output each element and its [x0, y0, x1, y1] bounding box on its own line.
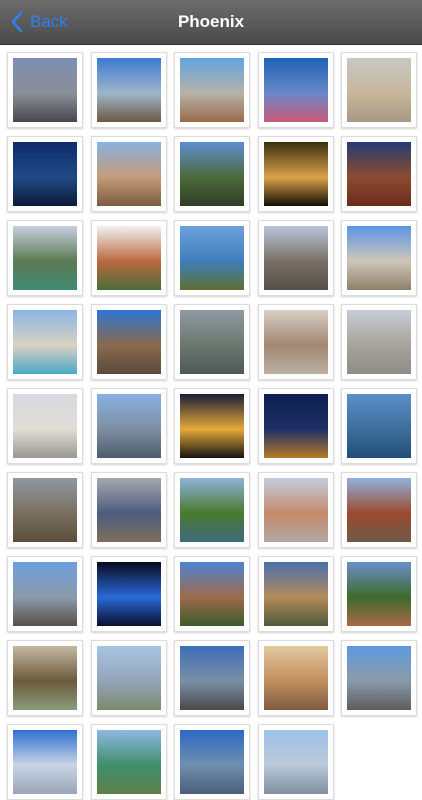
photo-image: [347, 646, 411, 710]
photo-thumbnail[interactable]: [90, 136, 167, 212]
photo-image: [263, 562, 328, 626]
photo-image: [347, 310, 411, 374]
photo-thumbnail[interactable]: [174, 136, 250, 212]
photo-image: [13, 58, 77, 122]
photo-image: [96, 478, 161, 542]
photo-thumbnail[interactable]: [257, 52, 334, 128]
photo-thumbnail[interactable]: [90, 724, 167, 800]
photo-thumbnail[interactable]: [341, 220, 417, 296]
photo-thumbnail[interactable]: [174, 304, 250, 380]
photo-thumbnail[interactable]: [174, 472, 250, 548]
navigation-bar: Back Phoenix: [0, 0, 422, 45]
photo-image: [13, 478, 77, 542]
photo-thumbnail[interactable]: [90, 304, 167, 380]
photo-thumbnail[interactable]: [7, 472, 83, 548]
photo-thumbnail[interactable]: [90, 556, 167, 632]
photo-image: [13, 310, 77, 374]
photo-thumbnail[interactable]: [341, 136, 417, 212]
photo-image: [347, 562, 411, 626]
photo-thumbnail[interactable]: [174, 220, 250, 296]
photo-image: [263, 730, 328, 794]
photo-image: [263, 142, 328, 206]
photo-thumbnail[interactable]: [7, 220, 83, 296]
photo-thumbnail[interactable]: [257, 556, 334, 632]
photo-thumbnail[interactable]: [174, 388, 250, 464]
photo-thumbnail[interactable]: [257, 640, 334, 716]
page-title: Phoenix: [177, 12, 245, 31]
photo-image: [13, 730, 77, 794]
photo-thumbnail[interactable]: [257, 388, 334, 464]
photo-thumbnail[interactable]: [7, 136, 83, 212]
photo-thumbnail[interactable]: [90, 640, 167, 716]
photo-image: [180, 730, 244, 794]
photo-image: [13, 646, 77, 710]
photo-thumbnail[interactable]: [7, 388, 83, 464]
photo-grid: [7, 52, 421, 800]
photo-image: [263, 394, 328, 458]
photo-image: [180, 478, 244, 542]
photo-image: [263, 310, 328, 374]
photo-image: [180, 310, 244, 374]
photo-thumbnail[interactable]: [90, 388, 167, 464]
photo-image: [96, 394, 161, 458]
photo-thumbnail[interactable]: [7, 724, 83, 800]
photo-thumbnail[interactable]: [7, 556, 83, 632]
photo-image: [180, 646, 244, 710]
photo-image: [96, 310, 161, 374]
photo-thumbnail[interactable]: [341, 388, 417, 464]
photo-image: [96, 142, 161, 206]
photo-thumbnail[interactable]: [7, 640, 83, 716]
photo-image: [96, 58, 161, 122]
photo-image: [96, 562, 161, 626]
photo-thumbnail[interactable]: [90, 472, 167, 548]
photo-image: [13, 142, 77, 206]
photo-image: [180, 562, 244, 626]
photo-image: [13, 394, 77, 458]
photo-thumbnail[interactable]: [90, 52, 167, 128]
photo-thumbnail[interactable]: [341, 640, 417, 716]
photo-image: [180, 58, 244, 122]
photo-thumbnail[interactable]: [341, 304, 417, 380]
photo-thumbnail[interactable]: [257, 304, 334, 380]
photo-thumbnail[interactable]: [257, 472, 334, 548]
photo-image: [347, 58, 411, 122]
photo-image: [263, 646, 328, 710]
photo-thumbnail[interactable]: [174, 52, 250, 128]
photo-thumbnail[interactable]: [174, 640, 250, 716]
photo-thumbnail[interactable]: [257, 724, 334, 800]
photo-image: [96, 730, 161, 794]
photo-image: [347, 226, 411, 290]
photo-thumbnail[interactable]: [7, 304, 83, 380]
photo-image: [347, 478, 411, 542]
photo-thumbnail[interactable]: [341, 556, 417, 632]
photo-thumbnail[interactable]: [341, 472, 417, 548]
photo-thumbnail[interactable]: [341, 52, 417, 128]
photo-image: [96, 646, 161, 710]
photo-thumbnail[interactable]: [174, 724, 250, 800]
photo-image: [180, 142, 244, 206]
photo-image: [263, 58, 328, 122]
photo-image: [263, 226, 328, 290]
photo-thumbnail[interactable]: [90, 220, 167, 296]
photo-thumbnail[interactable]: [257, 220, 334, 296]
photo-thumbnail[interactable]: [174, 556, 250, 632]
photo-image: [180, 394, 244, 458]
photo-image: [263, 478, 328, 542]
photo-image: [13, 562, 77, 626]
photo-image: [96, 226, 161, 290]
photo-image: [13, 226, 77, 290]
photo-thumbnail[interactable]: [7, 52, 83, 128]
photo-image: [347, 394, 411, 458]
photo-image: [347, 142, 411, 206]
photo-thumbnail[interactable]: [257, 136, 334, 212]
photo-image: [180, 226, 244, 290]
